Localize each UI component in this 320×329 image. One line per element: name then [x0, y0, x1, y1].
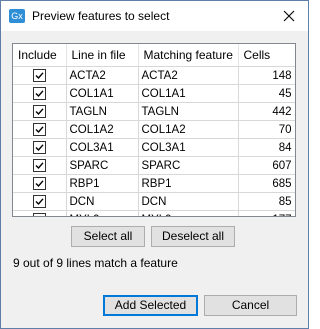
checkmark-icon: [35, 126, 44, 134]
add-selected-button[interactable]: Add Selected: [103, 295, 198, 316]
table-row[interactable]: COL1A1 COL1A1 45: [13, 84, 295, 103]
include-cell: [13, 102, 67, 121]
line-in-file-cell: RBP1: [66, 174, 139, 193]
matching-feature-cell: SPARC: [138, 156, 239, 175]
include-cell: [13, 84, 67, 103]
cells-count-cell: 148: [238, 66, 295, 85]
checkmark-icon: [35, 144, 44, 152]
app-icon: Gx: [9, 9, 25, 23]
line-in-file-cell: COL1A1: [66, 84, 139, 103]
matching-feature-cell: RBP1: [138, 174, 239, 193]
select-all-button[interactable]: Select all: [71, 226, 145, 247]
include-checkbox[interactable]: [32, 213, 46, 217]
include-cell: [13, 138, 67, 157]
table-row[interactable]: COL1A2 COL1A2 70: [13, 120, 295, 139]
dialog-title: Preview features to select: [32, 9, 170, 23]
include-cell: [13, 210, 67, 217]
cells-count-cell: 85: [238, 192, 295, 211]
matching-feature-cell: TAGLN: [138, 102, 239, 121]
cells-count-cell: 84: [238, 138, 295, 157]
features-table: Include Line in file Matching feature Ce…: [12, 43, 296, 217]
table-header: Include Line in file Matching feature Ce…: [13, 44, 295, 67]
dialog-window: Gx Preview features to select Include Li…: [0, 0, 309, 329]
column-header-feature[interactable]: Matching feature: [138, 44, 239, 67]
checkmark-icon: [35, 72, 44, 80]
column-header-cells[interactable]: Cells: [238, 44, 295, 67]
cells-count-cell: 45: [238, 84, 295, 103]
column-header-include[interactable]: Include: [13, 44, 67, 67]
checkmark-icon: [35, 162, 44, 170]
include-cell: [13, 192, 67, 211]
line-in-file-cell: TAGLN: [66, 102, 139, 121]
line-in-file-cell: DCN: [66, 192, 139, 211]
status-text: 9 out of 9 lines match a feature: [13, 256, 178, 270]
table-row[interactable]: DCN DCN 85: [13, 192, 295, 211]
close-button[interactable]: [277, 6, 301, 26]
table-row[interactable]: ACTA2 ACTA2 148: [13, 66, 295, 85]
include-checkbox[interactable]: [32, 177, 46, 190]
table-row[interactable]: SPARC SPARC 607: [13, 156, 295, 175]
cancel-button[interactable]: Cancel: [204, 295, 297, 316]
include-checkbox[interactable]: [32, 123, 46, 136]
checkmark-icon: [35, 90, 44, 98]
table-row[interactable]: TAGLN TAGLN 442: [13, 102, 295, 121]
cells-count-cell: 607: [238, 156, 295, 175]
include-checkbox[interactable]: [32, 159, 46, 172]
matching-feature-cell: MYL9: [138, 210, 239, 216]
line-in-file-cell: COL1A2: [66, 120, 139, 139]
matching-feature-cell: ACTA2: [138, 66, 239, 85]
column-header-line[interactable]: Line in file: [66, 44, 139, 67]
cells-count-cell: 685: [238, 174, 295, 193]
include-cell: [13, 66, 67, 85]
include-checkbox[interactable]: [32, 69, 46, 82]
deselect-all-button[interactable]: Deselect all: [151, 226, 235, 247]
matching-feature-cell: COL1A1: [138, 84, 239, 103]
matching-feature-cell: DCN: [138, 192, 239, 211]
checkmark-icon: [34, 214, 45, 217]
title-bar: Gx Preview features to select: [1, 1, 308, 31]
matching-feature-cell: COL3A1: [138, 138, 239, 157]
include-checkbox[interactable]: [32, 87, 46, 100]
checkmark-icon: [35, 108, 44, 116]
table-row[interactable]: COL3A1 COL3A1 84: [13, 138, 295, 157]
line-in-file-cell: SPARC: [66, 156, 139, 175]
include-cell: [13, 120, 67, 139]
cells-count-cell: 70: [238, 120, 295, 139]
cells-count-cell: 177: [238, 210, 295, 216]
include-checkbox[interactable]: [32, 195, 46, 208]
include-cell: [13, 174, 67, 193]
table-row[interactable]: MYL9MYL9177: [13, 210, 295, 217]
cells-count-cell: 442: [238, 102, 295, 121]
checkmark-icon: [35, 180, 44, 188]
close-icon: [283, 10, 295, 22]
line-in-file-cell: COL3A1: [66, 138, 139, 157]
matching-feature-cell: COL1A2: [138, 120, 239, 139]
table-row[interactable]: RBP1 RBP1 685: [13, 174, 295, 193]
line-in-file-cell: ACTA2: [66, 66, 139, 85]
include-checkbox[interactable]: [32, 105, 46, 118]
include-cell: [13, 156, 67, 175]
include-checkbox[interactable]: [32, 141, 46, 154]
checkmark-icon: [35, 198, 44, 206]
line-in-file-cell: MYL9: [66, 210, 139, 216]
